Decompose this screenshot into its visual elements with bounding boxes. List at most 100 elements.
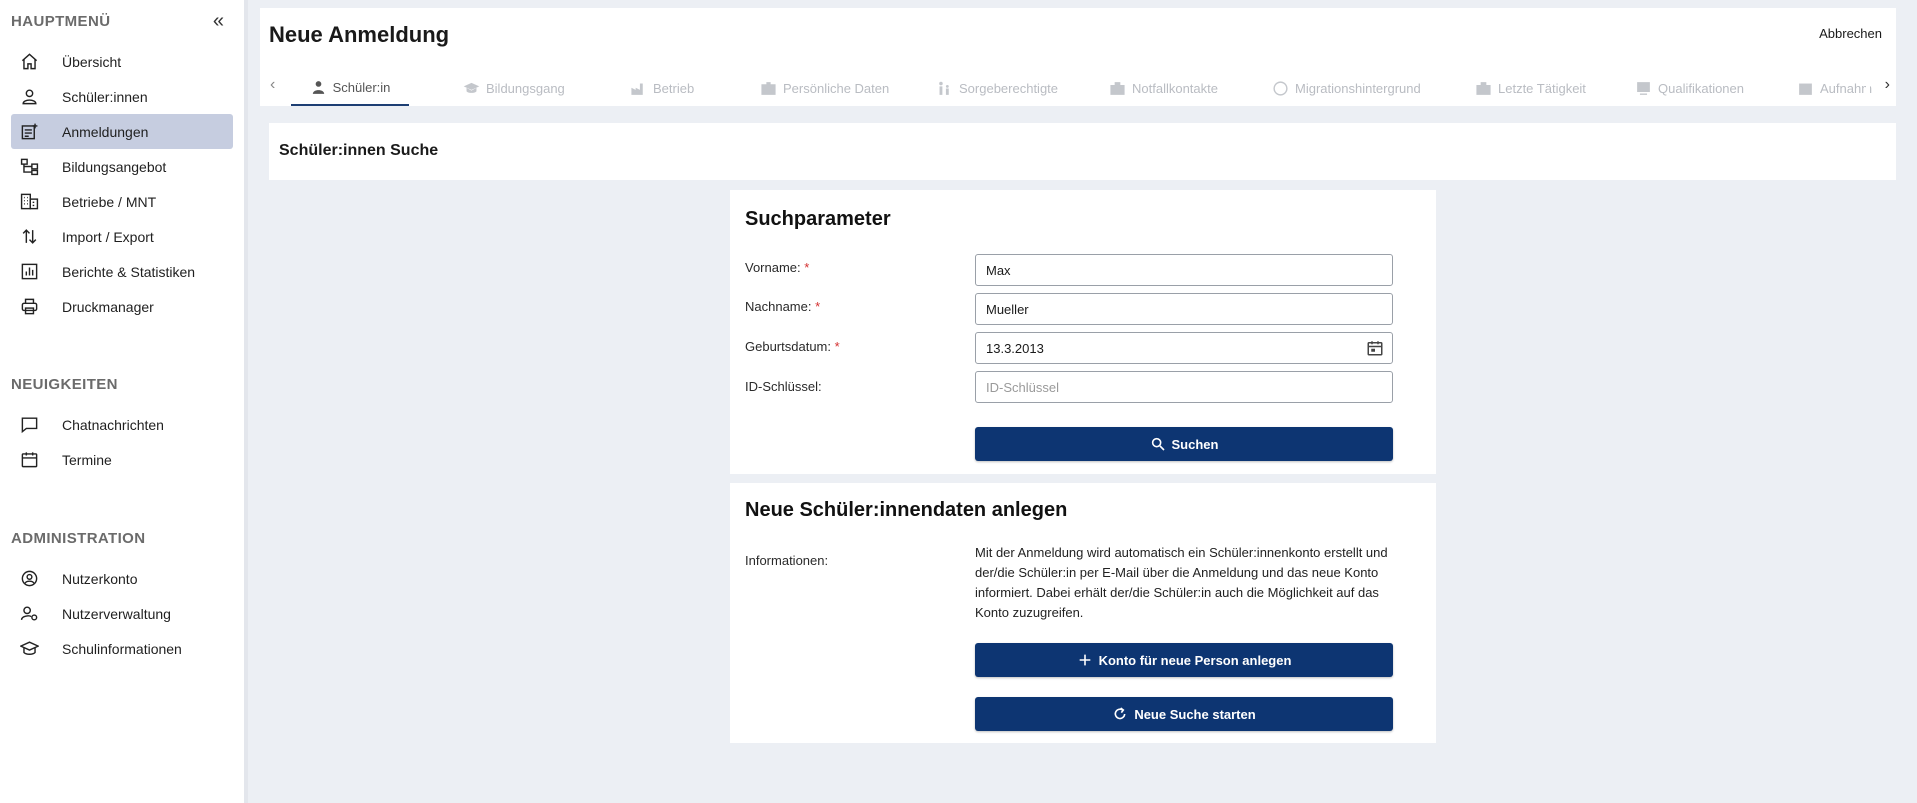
button-label: Neue Suche starten [1134, 706, 1256, 722]
building-icon [19, 192, 39, 212]
main-menu-title: HAUPTMENÜ [11, 12, 111, 30]
field-value: Max [986, 262, 1011, 278]
search-button[interactable]: Suchen [975, 427, 1393, 461]
section-title: Schüler:innen Suche [279, 142, 439, 159]
tab-sorgeberechtigte[interactable]: Sorgeberechtigte [936, 70, 1058, 106]
tab-betrieb[interactable]: Betrieb [630, 70, 694, 106]
sidebar-item-bildungsangebot[interactable]: Bildungsangebot [11, 149, 233, 184]
id-card-icon [761, 81, 776, 95]
birthdate-field[interactable]: 13.3.2013 [975, 332, 1393, 364]
sidebar-item-uebersicht[interactable]: Übersicht [11, 44, 233, 79]
last-name-label: Nachname: * [745, 299, 820, 314]
wizard-tabs: ‹ Schüler:in Bildungsgang Betrieb Persön… [260, 70, 1896, 106]
information-text: Mit der Anmeldung wird automatisch ein S… [975, 545, 1388, 620]
tab-schueler[interactable]: Schüler:in [291, 70, 409, 106]
tab-aufnahme[interactable]: Aufnahm [1797, 70, 1892, 106]
sidebar-item-schuelerinnen[interactable]: Schüler:innen [11, 79, 233, 114]
card-title: Neue Schüler:innendaten anlegen [745, 499, 1068, 521]
factory-icon [631, 83, 643, 95]
certificate-icon [1637, 81, 1650, 95]
tab-label: Betrieb [653, 80, 695, 96]
tab-label: Aufnahm [1820, 80, 1873, 96]
sidebar-item-druckmanager[interactable]: Druckmanager [11, 289, 233, 324]
sidebar-item-import-export[interactable]: Import / Export [11, 219, 233, 254]
printer-icon [19, 297, 39, 317]
page-title: Neue Anmeldung [269, 22, 450, 47]
tab-qualifikationen[interactable]: Qualifikationen [1635, 70, 1744, 106]
sidebar-item-label: Schulinformationen [62, 640, 182, 657]
label-text: Geburtsdatum: [745, 339, 831, 354]
school-icon [19, 639, 39, 659]
sidebar-item-label: Chatnachrichten [62, 416, 164, 433]
sidebar-item-anmeldungen[interactable]: Anmeldungen [11, 114, 233, 149]
admin-menu: Nutzerkonto Nutzerverwaltung Schulinform… [0, 561, 244, 666]
sidebar-item-termine[interactable]: Termine [11, 442, 233, 477]
search-section-header: Schüler:innen Suche [269, 123, 1896, 180]
first-name-field[interactable]: Max [975, 254, 1393, 286]
account-icon [19, 569, 39, 589]
news-menu: Chatnachrichten Termine [0, 407, 244, 477]
sidebar-item-label: Nutzerverwaltung [62, 605, 171, 622]
chart-icon [19, 262, 39, 282]
refresh-icon [1114, 707, 1126, 720]
card-title: Suchparameter [745, 208, 891, 230]
tab-persoenliche-daten[interactable]: Persönliche Daten [760, 70, 889, 106]
tab-migrationshintergrund[interactable]: Migrationshintergrund [1272, 70, 1421, 106]
last-name-field[interactable]: Mueller [975, 293, 1393, 325]
sidebar: HAUPTMENÜ « Übersicht Schüler:innen Anme… [0, 0, 248, 803]
sidebar-item-label: Import / Export [62, 228, 154, 245]
user-icon [19, 87, 39, 107]
medical-kit-icon [1110, 81, 1125, 95]
sidebar-item-nutzerverwaltung[interactable]: Nutzerverwaltung [11, 596, 233, 631]
collapse-sidebar-icon[interactable]: « [213, 11, 224, 31]
restart-search-button[interactable]: Neue Suche starten [975, 697, 1393, 731]
tab-label: Qualifikationen [1658, 80, 1744, 96]
tab-notfallkontakte[interactable]: Notfallkontakte [1109, 70, 1218, 106]
tabs-scroll-left-icon[interactable]: ‹ [270, 76, 275, 94]
id-key-label: ID-Schlüssel: [745, 379, 822, 394]
cancel-button[interactable]: Abbrechen [1819, 26, 1882, 41]
sidebar-item-label: Bildungsangebot [62, 158, 167, 175]
search-parameters-card: Suchparameter Vorname: * Max Nachname: *… [730, 190, 1436, 474]
new-student-card: Neue Schüler:innendaten anlegen Informat… [730, 483, 1436, 743]
sidebar-item-chatnachrichten[interactable]: Chatnachrichten [11, 407, 233, 442]
search-icon [1151, 437, 1165, 451]
sidebar-item-label: Schüler:innen [62, 88, 148, 105]
label-text: Vorname: [745, 260, 801, 275]
first-name-label: Vorname: * [745, 260, 809, 275]
sidebar-item-betriebe[interactable]: Betriebe / MNT [11, 184, 233, 219]
tab-label: Migrationshintergrund [1295, 80, 1421, 96]
tab-bildungsgang[interactable]: Bildungsgang [463, 70, 565, 106]
news-section-title: NEUIGKEITEN [11, 376, 118, 393]
label-text: Nachname: [745, 299, 812, 314]
sidebar-item-label: Betriebe / MNT [62, 193, 157, 210]
calendar-picker-icon[interactable] [1366, 339, 1384, 357]
sidebar-item-label: Druckmanager [62, 298, 154, 315]
tab-label: Schüler:in [332, 79, 391, 95]
home-icon [19, 52, 39, 72]
tab-label: Persönliche Daten [783, 80, 890, 96]
required-marker: * [834, 339, 840, 354]
sidebar-item-label: Übersicht [62, 53, 122, 70]
sidebar-item-schulinformationen[interactable]: Schulinformationen [11, 631, 233, 666]
tabs-scroll-right-icon[interactable]: › [1885, 76, 1890, 94]
work-history-icon [1476, 81, 1491, 95]
tabs-overflow-fade [1866, 70, 1870, 106]
person-icon [312, 80, 324, 94]
sidebar-item-nutzerkonto[interactable]: Nutzerkonto [11, 561, 233, 596]
tab-letzte-taetigkeit[interactable]: Letzte Tätigkeit [1475, 70, 1586, 106]
tab-label: Sorgeberechtigte [959, 80, 1059, 96]
plus-icon [1079, 654, 1090, 666]
registration-icon [19, 122, 39, 142]
id-key-field[interactable]: ID-Schlüssel [975, 371, 1393, 403]
sidebar-item-berichte[interactable]: Berichte & Statistiken [11, 254, 233, 289]
import-export-icon [19, 227, 39, 247]
create-account-button[interactable]: Konto für neue Person anlegen [975, 643, 1393, 677]
page-header: Neue Anmeldung Abbrechen ‹ Schüler:in Bi… [260, 8, 1896, 106]
field-placeholder: ID-Schlüssel [986, 379, 1059, 395]
sidebar-item-label: Termine [62, 451, 112, 468]
calendar-icon [19, 450, 39, 470]
button-label: Konto für neue Person anlegen [1098, 652, 1292, 668]
admin-section-title: ADMINISTRATION [11, 530, 146, 547]
tab-label: Letzte Tätigkeit [1498, 80, 1586, 96]
